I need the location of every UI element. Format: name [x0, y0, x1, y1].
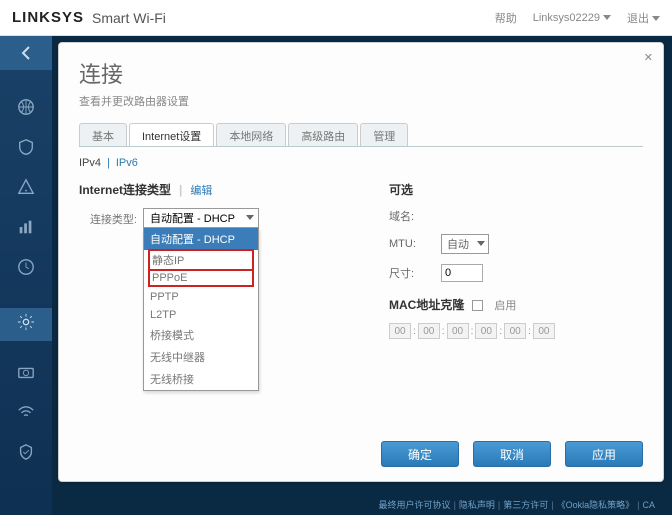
camera-icon[interactable] — [17, 363, 35, 381]
mtu-label: MTU: — [389, 238, 441, 250]
mac-2[interactable] — [447, 323, 469, 339]
chevron-down-icon — [652, 16, 660, 21]
chart-icon[interactable] — [17, 218, 35, 236]
opt-bridge[interactable]: 桥接模式 — [144, 324, 258, 346]
settings-panel: ✕ 连接 查看并更改路由器设置 基本 Internet设置 本地网络 高级路由 … — [58, 42, 664, 482]
opt-l2tp[interactable]: L2TP — [144, 306, 258, 324]
opt-wbridge[interactable]: 无线桥接 — [144, 368, 258, 390]
guard-icon[interactable] — [17, 443, 35, 461]
edit-link[interactable]: 编辑 — [190, 185, 212, 197]
help-link[interactable]: 帮助 — [495, 10, 517, 26]
panel-subtitle: 查看并更改路由器设置 — [79, 93, 643, 109]
opt-repeater[interactable]: 无线中继器 — [144, 346, 258, 368]
gear-icon[interactable] — [0, 308, 52, 341]
mac-3[interactable] — [475, 323, 497, 339]
privacy-link[interactable]: 隐私声明 — [459, 500, 495, 510]
conn-type-title: Internet连接类型|编辑 — [79, 181, 369, 198]
globe-icon[interactable] — [17, 98, 35, 116]
mac-fields: : : : : : — [389, 323, 555, 339]
size-label: 尺寸: — [389, 265, 441, 281]
ok-button[interactable]: 确定 — [381, 441, 459, 467]
panel-title: 连接 — [79, 57, 643, 89]
mac-5[interactable] — [533, 323, 555, 339]
chevron-down-icon — [603, 15, 611, 20]
opt-dhcp[interactable]: 自动配置 - DHCP — [144, 228, 258, 250]
ipv6-tab[interactable]: IPv6 — [116, 157, 138, 169]
footer-links: 最终用户许可协议|隐私声明|第三方许可|《Ookla隐私策略》|CA — [376, 498, 658, 511]
ipv4-tab[interactable]: IPv4 — [79, 157, 101, 169]
tab-strip: 基本 Internet设置 本地网络 高级路由 管理 — [79, 123, 643, 147]
action-buttons: 确定 取消 应用 — [381, 441, 643, 467]
apply-button[interactable]: 应用 — [565, 441, 643, 467]
mtu-select[interactable]: 自动 — [441, 234, 489, 254]
cancel-button[interactable]: 取消 — [473, 441, 551, 467]
size-input[interactable] — [441, 264, 483, 282]
tab-admin[interactable]: 管理 — [360, 123, 408, 146]
conn-type-label: 连接类型: — [79, 208, 137, 227]
wifi-icon[interactable] — [17, 403, 35, 421]
clock-icon[interactable] — [17, 258, 35, 276]
dropdown-arrow-icon — [477, 241, 485, 246]
chevron-left-icon — [21, 46, 31, 60]
shield-icon[interactable] — [17, 138, 35, 156]
brand-logo: LINKSYS — [12, 9, 84, 26]
opt-static[interactable]: 静态IP — [148, 249, 254, 271]
back-button[interactable] — [0, 36, 52, 70]
mac-4[interactable] — [504, 323, 526, 339]
opt-pptp[interactable]: PPTP — [144, 288, 258, 306]
ip-version-tabs: IPv4|IPv6 — [79, 147, 643, 179]
mac-1[interactable] — [418, 323, 440, 339]
top-right: 帮助 Linksys02229 退出 — [495, 10, 660, 26]
domain-label: 域名: — [389, 208, 441, 224]
thirdparty-link[interactable]: 第三方许可 — [503, 500, 548, 510]
dropdown-arrow-icon — [246, 215, 254, 220]
optional-title: 可选 — [389, 181, 643, 198]
ca-link[interactable]: CA — [642, 500, 655, 510]
ookla-link[interactable]: 《Ookla隐私策略》 — [557, 500, 635, 510]
mac-enable-checkbox[interactable] — [472, 300, 483, 311]
sidebar — [0, 36, 52, 515]
eula-link[interactable]: 最终用户许可协议 — [379, 500, 451, 510]
conn-type-dropdown: 自动配置 - DHCP 静态IP PPPoE PPTP L2TP 桥接模式 无线… — [143, 228, 259, 391]
conn-type-select[interactable]: 自动配置 - DHCP — [143, 208, 259, 228]
mac-clone-title: MAC地址克隆启用 — [389, 296, 643, 313]
tab-internet[interactable]: Internet设置 — [129, 123, 214, 146]
device-menu[interactable]: Linksys02229 — [533, 12, 611, 24]
enable-label: 启用 — [494, 300, 516, 312]
top-bar: LINKSYS Smart Wi-Fi 帮助 Linksys02229 退出 — [0, 0, 672, 36]
close-icon[interactable]: ✕ — [644, 51, 653, 64]
mac-0[interactable] — [389, 323, 411, 339]
tab-local[interactable]: 本地网络 — [216, 123, 286, 146]
brand-sub: Smart Wi-Fi — [92, 10, 166, 26]
warn-icon[interactable] — [17, 178, 35, 196]
tab-basic[interactable]: 基本 — [79, 123, 127, 146]
tab-advanced[interactable]: 高级路由 — [288, 123, 358, 146]
opt-pppoe[interactable]: PPPoE — [148, 271, 254, 287]
logout-link[interactable]: 退出 — [627, 10, 660, 26]
